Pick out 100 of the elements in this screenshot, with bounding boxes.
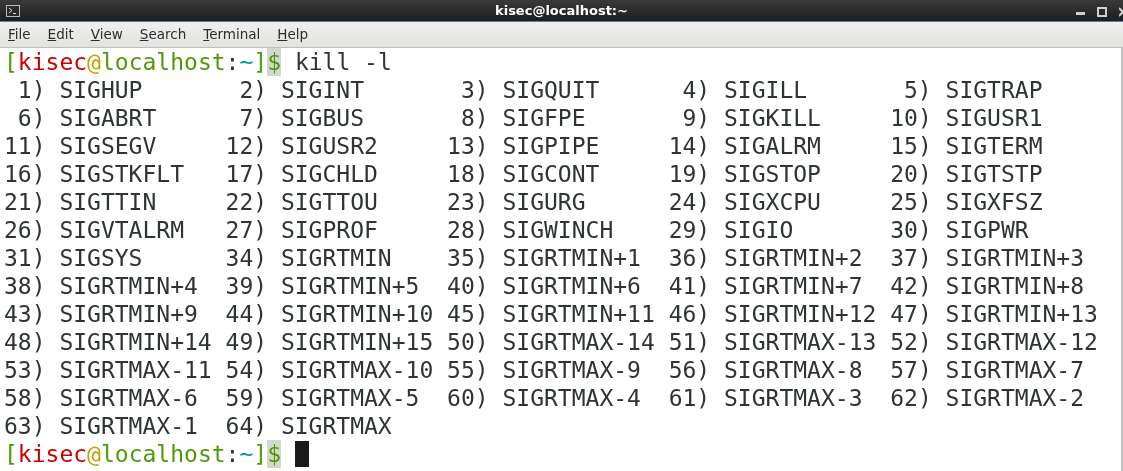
signal-number: 43): [4, 300, 46, 328]
signal-number: 45): [447, 300, 489, 328]
signal-name: SIGIO: [724, 216, 794, 244]
menu-item[interactable]: View: [90, 24, 123, 45]
signal-number: 22): [225, 188, 268, 216]
signal-name: SIGPWR: [945, 216, 1029, 244]
signal-number: 28): [447, 216, 489, 244]
signal-name: SIGRTMAX-11: [59, 356, 212, 384]
signal-name: SIGRTMIN+14: [59, 328, 212, 356]
signal-name: SIGRTMIN+10: [280, 300, 434, 328]
signal-name: SIGALRM: [724, 132, 821, 160]
prompt-text: $: [267, 440, 282, 468]
signal-number: 46): [668, 300, 711, 328]
signal-name: SIGRTMIN+9: [59, 300, 198, 328]
signal-number: 53): [4, 356, 46, 384]
signal-name: SIGRTMIN+6: [502, 272, 641, 300]
prompt-text: @: [87, 440, 101, 468]
signal-number: 2): [238, 76, 268, 104]
signal-number: 27): [225, 216, 268, 244]
signal-number: 37): [890, 244, 932, 272]
signal-name: SIGRTMAX-8: [724, 356, 863, 384]
signal-number: 6): [16, 104, 46, 132]
menu-item[interactable]: Help: [277, 24, 309, 45]
signal-number: 29): [668, 216, 711, 244]
signal-number: 36): [668, 244, 711, 272]
signal-name: SIGRTMIN+3: [945, 244, 1085, 272]
signal-name: SIGRTMAX-3: [724, 384, 863, 412]
signal-name: SIGRTMIN+1: [502, 244, 641, 272]
signal-number: 44): [225, 300, 268, 328]
signal-name: SIGQUIT: [502, 76, 600, 104]
prompt-text: ]: [253, 440, 268, 468]
prompt-text: ~: [239, 48, 254, 76]
signal-number: 18): [447, 160, 489, 188]
signal-name: SIGURG: [502, 188, 586, 216]
signal-number: 23): [447, 188, 489, 216]
signal-number: 30): [890, 216, 932, 244]
signal-name: SIGCHLD: [280, 160, 378, 188]
signal-name: SIGXCPU: [724, 188, 821, 216]
signal-name: SIGRTMAX-4: [502, 384, 641, 412]
signal-name: SIGRTMIN+5: [280, 272, 420, 300]
signal-name: SIGILL: [724, 76, 808, 104]
signal-number: 11): [4, 132, 46, 160]
signal-number: 26): [4, 216, 46, 244]
signal-name: SIGPIPE: [502, 132, 600, 160]
prompt-text: kisec: [17, 440, 88, 468]
signal-number: 60): [447, 384, 489, 412]
signal-number: 64): [225, 412, 268, 440]
signal-number: 57): [890, 356, 932, 384]
signal-number: 4): [681, 76, 711, 104]
signal-number: 49): [225, 328, 268, 356]
signal-number: 14): [668, 132, 711, 160]
signal-number: 21): [4, 188, 46, 216]
signal-name: SIGRTMIN+11: [502, 300, 655, 328]
signal-name: SIGABRT: [59, 104, 157, 132]
signal-name: SIGRTMIN+15: [280, 328, 434, 356]
menu-item[interactable]: Edit: [47, 24, 74, 45]
signal-number: 55): [447, 356, 489, 384]
prompt-text: :: [225, 440, 240, 468]
signal-name: SIGBUS: [280, 104, 364, 132]
signal-name: SIGSEGV: [59, 132, 157, 160]
signal-name: SIGRTMIN+12: [724, 300, 877, 328]
signal-name: SIGPROF: [280, 216, 378, 244]
signal-name: SIGKILL: [724, 104, 821, 132]
signal-number: 17): [225, 160, 268, 188]
prompt-text: ~: [239, 440, 254, 468]
signal-number: 19): [668, 160, 711, 188]
signal-number: 42): [890, 272, 932, 300]
signal-number: 7): [238, 104, 268, 132]
signal-name: SIGHUP: [59, 76, 143, 104]
signal-name: SIGRTMAX-7: [945, 356, 1085, 384]
signal-number: 40): [447, 272, 489, 300]
prompt-text: $: [267, 48, 282, 76]
menu-item[interactable]: Search: [139, 24, 187, 45]
signal-number: 47): [890, 300, 932, 328]
maximize-icon[interactable]: [1097, 7, 1107, 17]
signal-number: 50): [447, 328, 489, 356]
signal-name: SIGUSR2: [280, 132, 378, 160]
terminal-icon: [6, 5, 20, 17]
signal-number: 59): [225, 384, 268, 412]
signal-number: 34): [225, 244, 268, 272]
signal-name: SIGRTMAX-13: [724, 328, 877, 356]
signal-name: SIGXFSZ: [945, 188, 1043, 216]
signal-number: 41): [668, 272, 711, 300]
signal-number: 35): [447, 244, 489, 272]
signal-number: 62): [890, 384, 932, 412]
signal-name: SIGRTMIN+13: [945, 300, 1098, 328]
signal-name: SIGUSR1: [945, 104, 1043, 132]
signal-number: 9): [681, 104, 711, 132]
signal-name: SIGRTMAX: [280, 412, 392, 440]
signal-name: SIGRTMAX-5: [280, 384, 420, 412]
signal-number: 3): [459, 76, 489, 104]
menu-item[interactable]: File: [8, 24, 31, 45]
signal-name: SIGRTMIN+4: [59, 272, 198, 300]
signal-name: SIGTRAP: [945, 76, 1043, 104]
signal-number: 54): [225, 356, 268, 384]
command-text: kill -l: [294, 48, 392, 76]
signal-name: SIGRTMAX-14: [502, 328, 655, 356]
signal-name: SIGSTKFLT: [59, 160, 184, 188]
menu-item[interactable]: Terminal: [203, 24, 261, 45]
signal-number: 5): [903, 76, 932, 104]
